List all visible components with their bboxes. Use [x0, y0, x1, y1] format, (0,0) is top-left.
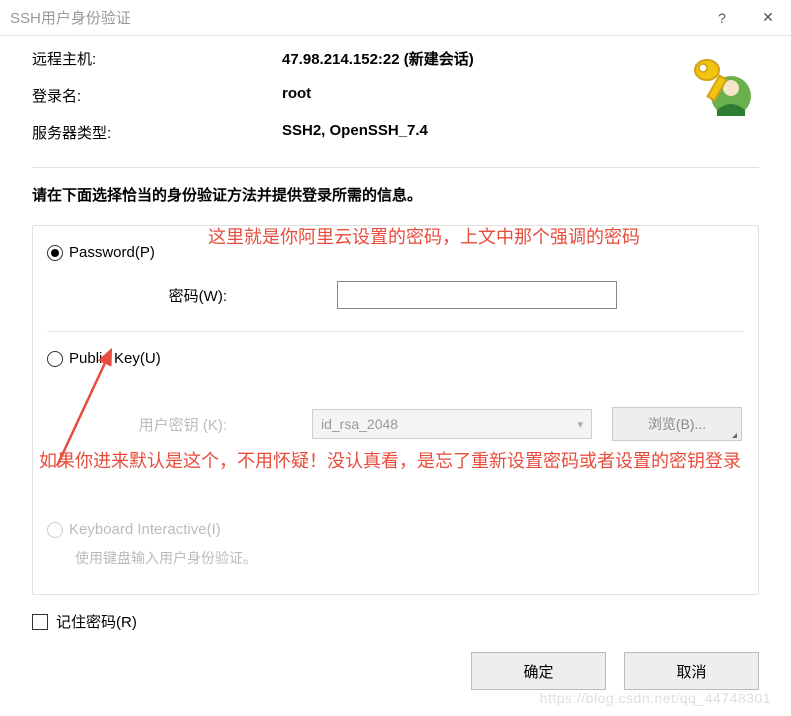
instruction-text: 请在下面选择恰当的身份验证方法并提供登录所需的信息。 [32, 184, 759, 205]
user-key-label: 用户密钥 (K): [97, 414, 227, 435]
login-value: root [282, 85, 683, 106]
remote-host-value: 47.98.214.152:22 (新建会话) [282, 48, 683, 69]
titlebar-buttons: ? ✕ [699, 0, 791, 35]
radio-keyboard-label: Keyboard Interactive(I) [69, 521, 221, 538]
user-key-dropdown: id_rsa_2048 ▾ [312, 409, 592, 439]
dialog-content: 远程主机: 47.98.214.152:22 (新建会话) 登录名: root … [0, 36, 791, 704]
remote-host-label: 远程主机: [32, 48, 282, 69]
help-button[interactable]: ? [699, 0, 745, 35]
titlebar: SSH用户身份验证 ? ✕ [0, 0, 791, 36]
inner-divider-1 [47, 331, 744, 332]
radio-publickey-label: Public Key(U) [69, 350, 161, 367]
close-button[interactable]: ✕ [745, 0, 791, 35]
user-key-value: id_rsa_2048 [321, 416, 398, 432]
user-key-row: 用户密钥 (K): id_rsa_2048 ▾ 浏览(B)... [97, 407, 744, 441]
browse-button: 浏览(B)... [612, 407, 742, 441]
password-field-label: 密码(W): [97, 285, 227, 306]
remember-label: 记住密码(R) [56, 611, 137, 632]
help-icon: ? [718, 10, 726, 26]
remember-password-row[interactable]: 记住密码(R) [32, 611, 759, 632]
annotation-password: 这里就是你阿里云设置的密码，上文中那个强调的密码 [208, 224, 748, 251]
connection-info: 远程主机: 47.98.214.152:22 (新建会话) 登录名: root … [32, 48, 759, 143]
chevron-down-icon: ▾ [577, 418, 583, 431]
password-input[interactable] [337, 281, 617, 309]
browse-label: 浏览(B)... [648, 414, 706, 434]
radio-publickey-outer [47, 351, 63, 367]
radio-password-outer [47, 245, 63, 261]
auth-icon [683, 48, 759, 124]
radio-keyboard-outer [47, 522, 63, 538]
window-title: SSH用户身份验证 [10, 7, 131, 28]
dropdown-corner-icon [732, 433, 737, 438]
radio-password-inner [51, 249, 59, 257]
login-label: 登录名: [32, 85, 282, 106]
keyboard-desc: 使用键盘输入用户身份验证。 [75, 548, 744, 568]
password-field-row: 密码(W): [97, 281, 744, 309]
ok-button[interactable]: 确定 [471, 652, 606, 690]
radio-keyboard: Keyboard Interactive(I) [47, 521, 744, 538]
divider [32, 167, 759, 168]
remember-checkbox[interactable] [32, 614, 48, 630]
server-type-value: SSH2, OpenSSH_7.4 [282, 122, 683, 143]
close-icon: ✕ [762, 9, 774, 26]
annotation-publickey: 如果你进来默认是这个，不用怀疑！没认真看，是忘了重新设置密码或者设置的密钥登录 [39, 448, 759, 475]
dialog-buttons: 确定 取消 [32, 652, 759, 690]
radio-publickey[interactable]: Public Key(U) [47, 350, 744, 367]
cancel-button[interactable]: 取消 [624, 652, 759, 690]
server-type-label: 服务器类型: [32, 122, 282, 143]
ok-label: 确定 [523, 661, 553, 682]
radio-password-label: Password(P) [69, 244, 155, 261]
auth-options-frame: Password(P) 这里就是你阿里云设置的密码，上文中那个强调的密码 密码(… [32, 225, 759, 595]
cancel-label: 取消 [676, 661, 706, 682]
